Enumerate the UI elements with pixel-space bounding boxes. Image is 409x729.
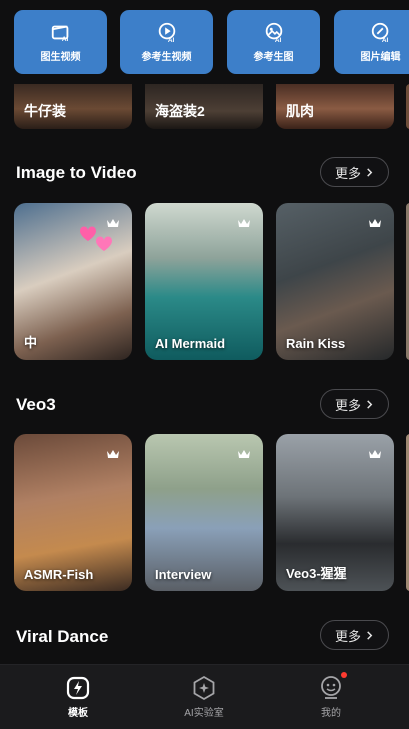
tool-reference-video-button[interactable]: AI 参考生视频: [120, 10, 213, 74]
crown-icon: [238, 219, 250, 227]
reference-image-icon: AI: [265, 22, 282, 43]
tab-label: AI实验室: [184, 708, 224, 719]
tool-label: 参考生视频: [141, 52, 192, 63]
crown-icon: [369, 450, 381, 458]
template-card-veo3-gorilla[interactable]: Veo3-猩猩: [276, 434, 394, 591]
section-title-image-to-video: Image to Video: [16, 163, 137, 182]
svg-text:AI: AI: [381, 37, 388, 43]
image-to-video-icon: AI: [51, 25, 68, 43]
tool-reference-image-button[interactable]: AI 参考生图: [227, 10, 320, 74]
template-card-couple-kiss[interactable]: 中: [14, 203, 132, 360]
more-label: 更多: [334, 165, 361, 181]
template-card-label: 牛仔装: [24, 103, 66, 119]
more-button-viral-dance[interactable]: 更多: [320, 620, 389, 650]
more-label: 更多: [334, 397, 361, 413]
tab-label: 模板: [68, 708, 88, 719]
lightning-icon: [66, 676, 90, 700]
template-card-label: Rain Kiss: [286, 336, 346, 351]
svg-text:AI: AI: [61, 36, 68, 43]
tool-label: 参考生图: [253, 52, 294, 63]
notification-dot: [341, 672, 347, 678]
template-card-ai-mermaid[interactable]: AI Mermaid: [145, 203, 263, 360]
template-card-cowboy[interactable]: 牛仔装: [14, 84, 132, 129]
template-card-asmr-fish[interactable]: ASMR-Fish: [14, 434, 132, 591]
image-edit-icon: AI: [371, 22, 388, 43]
tool-image-to-video-button[interactable]: AI 图生视频: [14, 10, 107, 74]
tab-profile[interactable]: 我的: [263, 665, 399, 729]
template-card-label: 海盗装2: [155, 103, 205, 119]
more-button-veo3[interactable]: 更多: [320, 389, 389, 419]
template-card-label: 中: [24, 335, 38, 350]
template-card-label: Veo3-猩猩: [286, 566, 347, 581]
tool-label: 图生视频: [40, 52, 81, 63]
template-card-label: 肌肉: [286, 103, 314, 119]
tool-label: 图片编辑: [360, 52, 401, 63]
template-card-label: Interview: [155, 567, 212, 582]
reference-video-icon: AI: [158, 22, 175, 43]
template-card-label: ASMR-Fish: [24, 567, 94, 582]
tab-ai-lab[interactable]: AI实验室: [136, 665, 272, 729]
chevron-right-icon: [367, 630, 373, 640]
more-label: 更多: [334, 628, 361, 644]
crown-icon: [238, 450, 250, 458]
template-card-pirate[interactable]: 海盗装2: [145, 84, 263, 129]
more-button-image-to-video[interactable]: 更多: [320, 157, 389, 187]
crown-icon: [107, 450, 119, 458]
crown-icon: [107, 219, 119, 227]
section-title-veo3: Veo3: [16, 395, 56, 414]
sparkle-hexagon-icon: [193, 675, 215, 701]
chevron-right-icon: [367, 167, 373, 177]
template-card-label: AI Mermaid: [155, 336, 226, 351]
chevron-right-icon: [367, 399, 373, 409]
svg-text:AI: AI: [167, 37, 174, 43]
tool-image-edit-button[interactable]: AI 图片编辑: [334, 10, 409, 74]
tool-shortcuts-bar: AI 图生视频 AI 参考生视频 AI 参考生图 AI 图片编辑: [0, 0, 409, 84]
template-card-rain-kiss[interactable]: Rain Kiss: [276, 203, 394, 360]
tab-label: 我的: [321, 708, 341, 719]
bottom-tab-bar: 模板 AI实验室 我的: [0, 664, 409, 729]
section-title-viral-dance: Viral Dance: [16, 627, 109, 646]
template-card-muscle[interactable]: 肌肉: [276, 84, 394, 129]
tab-templates[interactable]: 模板: [10, 665, 146, 729]
crown-icon: [369, 219, 381, 227]
svg-text:AI: AI: [274, 37, 281, 43]
profile-face-icon: [321, 676, 341, 699]
template-card-interview[interactable]: Interview: [145, 434, 263, 591]
